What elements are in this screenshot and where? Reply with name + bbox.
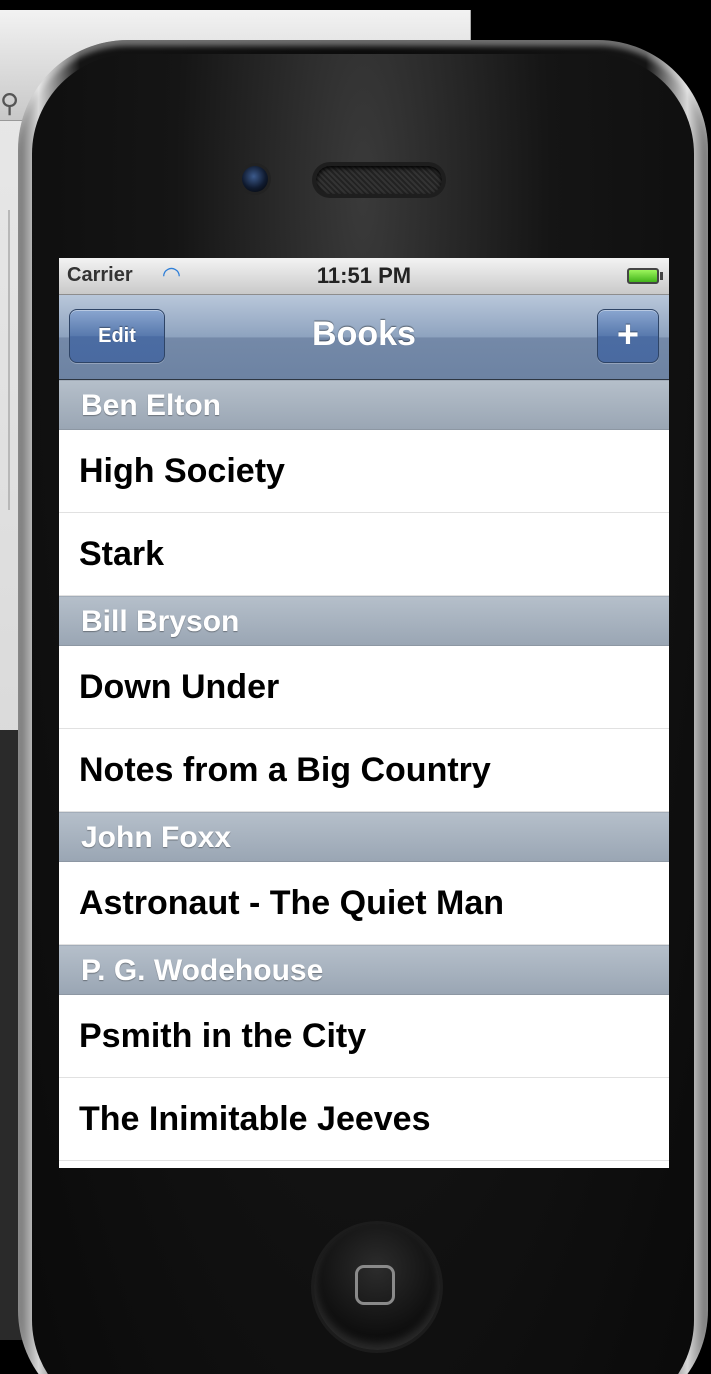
earpiece-speaker <box>316 166 442 194</box>
section-header: P. G. Wodehouse <box>59 945 669 995</box>
table-row[interactable]: Down Under <box>59 646 669 729</box>
app-screen: Carrier ◠ 11:51 PM Edit Books + Ben Elto… <box>59 258 669 1168</box>
table-row[interactable]: Astronaut - The Quiet Man <box>59 862 669 945</box>
table-row[interactable]: Stark <box>59 513 669 596</box>
search-icon: ⚲ <box>0 88 20 118</box>
section-header: Ben Elton <box>59 380 669 430</box>
status-time: 11:51 PM <box>316 263 412 288</box>
home-button[interactable] <box>314 1224 440 1350</box>
battery-icon <box>627 268 663 284</box>
table-row[interactable]: Psmith in the City <box>59 995 669 1078</box>
add-book-button[interactable]: + <box>597 309 659 363</box>
table-row[interactable]: Notes from a Big Country <box>59 729 669 812</box>
table-row[interactable]: The Inimitable Jeeves <box>59 1078 669 1161</box>
books-table: Ben Elton High Society Stark Bill Bryson… <box>59 380 669 1161</box>
status-bar: Carrier ◠ 11:51 PM <box>59 258 669 295</box>
section-header: Bill Bryson <box>59 596 669 646</box>
simulator-stage: ⚲ Carrier ◠ 11:51 PM Edit Books + Ben El… <box>0 0 711 1374</box>
navigation-bar: Edit Books + <box>59 295 669 380</box>
front-camera-icon <box>242 166 268 192</box>
table-row[interactable]: High Society <box>59 430 669 513</box>
home-square-icon <box>355 1265 395 1305</box>
section-header: John Foxx <box>59 812 669 862</box>
page-title: Books <box>312 315 416 353</box>
